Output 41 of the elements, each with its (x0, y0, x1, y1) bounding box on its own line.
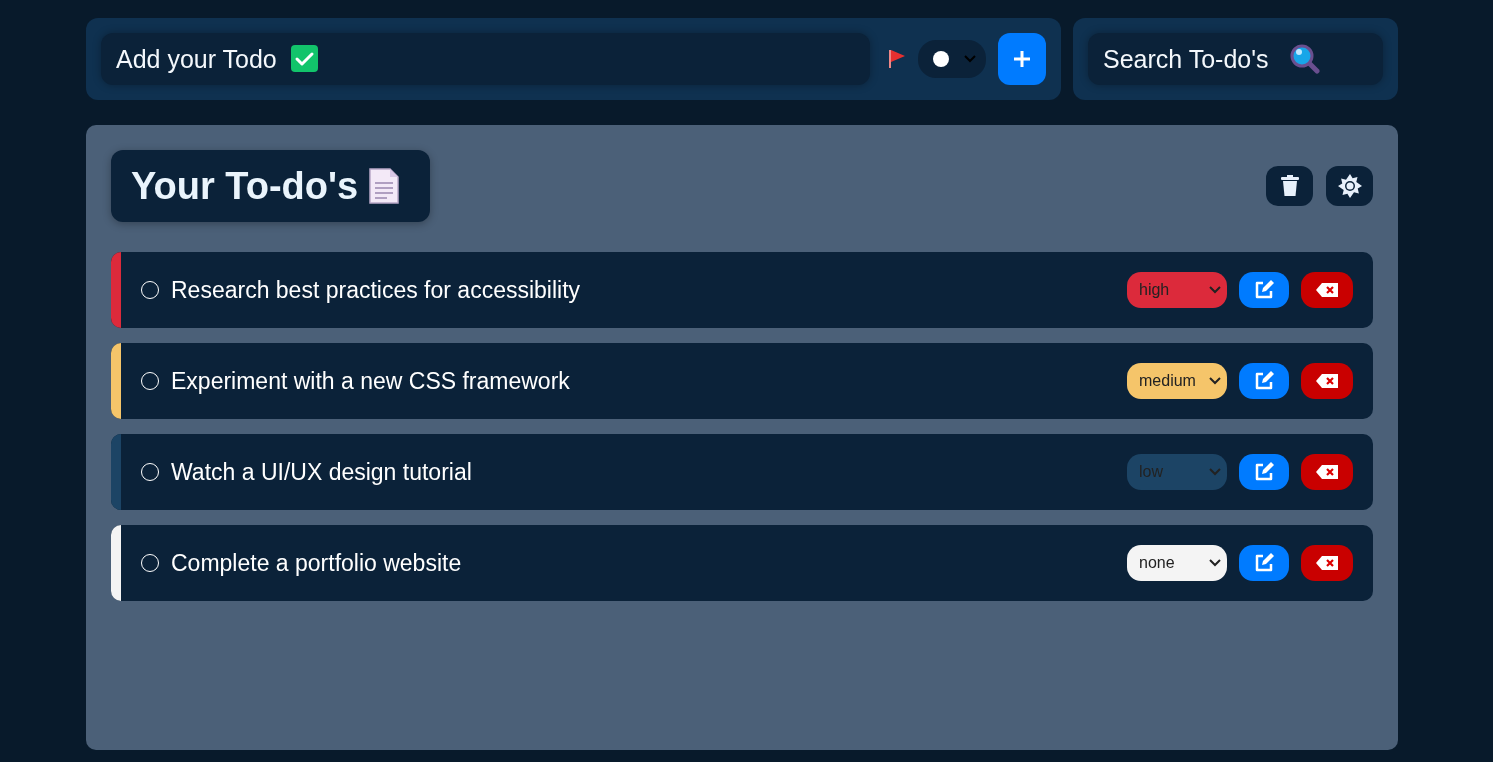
edit-icon (1253, 279, 1275, 301)
backspace-icon (1315, 373, 1339, 389)
search-field[interactable]: Search To-do's (1088, 33, 1383, 85)
backspace-icon (1315, 555, 1339, 571)
backspace-icon (1315, 282, 1339, 298)
add-button[interactable] (998, 33, 1046, 85)
todo-text: Experiment with a new CSS framework (171, 367, 571, 395)
todo-text: Watch a UI/UX design tutorial (171, 458, 473, 486)
priority-select[interactable] (918, 40, 986, 78)
check-icon (290, 45, 318, 72)
edit-icon (1253, 370, 1275, 392)
settings-button[interactable] (1326, 166, 1373, 206)
chevron-icon (1209, 377, 1221, 385)
edit-button[interactable] (1239, 363, 1289, 399)
plus-icon (1013, 50, 1031, 68)
trash-icon (1280, 175, 1299, 197)
add-todo-field[interactable]: Add your Todo (101, 33, 870, 85)
flag-icon (888, 49, 906, 69)
chevron-icon (1209, 559, 1221, 567)
search-icon (1290, 44, 1321, 74)
edit-button[interactable] (1239, 272, 1289, 308)
chevron-icon (964, 55, 976, 63)
settings-icon (1337, 174, 1362, 198)
document-icon (368, 167, 401, 205)
delete-button[interactable] (1301, 363, 1353, 399)
edit-icon (1253, 552, 1275, 574)
chevron-icon (1209, 286, 1221, 294)
delete-button[interactable] (1301, 272, 1353, 308)
delete-all-button[interactable] (1266, 166, 1313, 206)
chevron-icon (1209, 468, 1221, 476)
todo-text: Complete a portfolio website (171, 549, 463, 577)
todo-text: Research best practices for accessibility (171, 276, 582, 304)
edit-button[interactable] (1239, 454, 1289, 490)
priority-select[interactable]: none (1127, 545, 1227, 581)
delete-button[interactable] (1301, 454, 1353, 490)
backspace-icon (1315, 464, 1339, 480)
list-title: Your To-do's (131, 164, 359, 208)
edit-button[interactable] (1239, 545, 1289, 581)
edit-icon (1253, 461, 1275, 483)
delete-button[interactable] (1301, 545, 1353, 581)
priority-select[interactable]: medium (1127, 363, 1227, 399)
